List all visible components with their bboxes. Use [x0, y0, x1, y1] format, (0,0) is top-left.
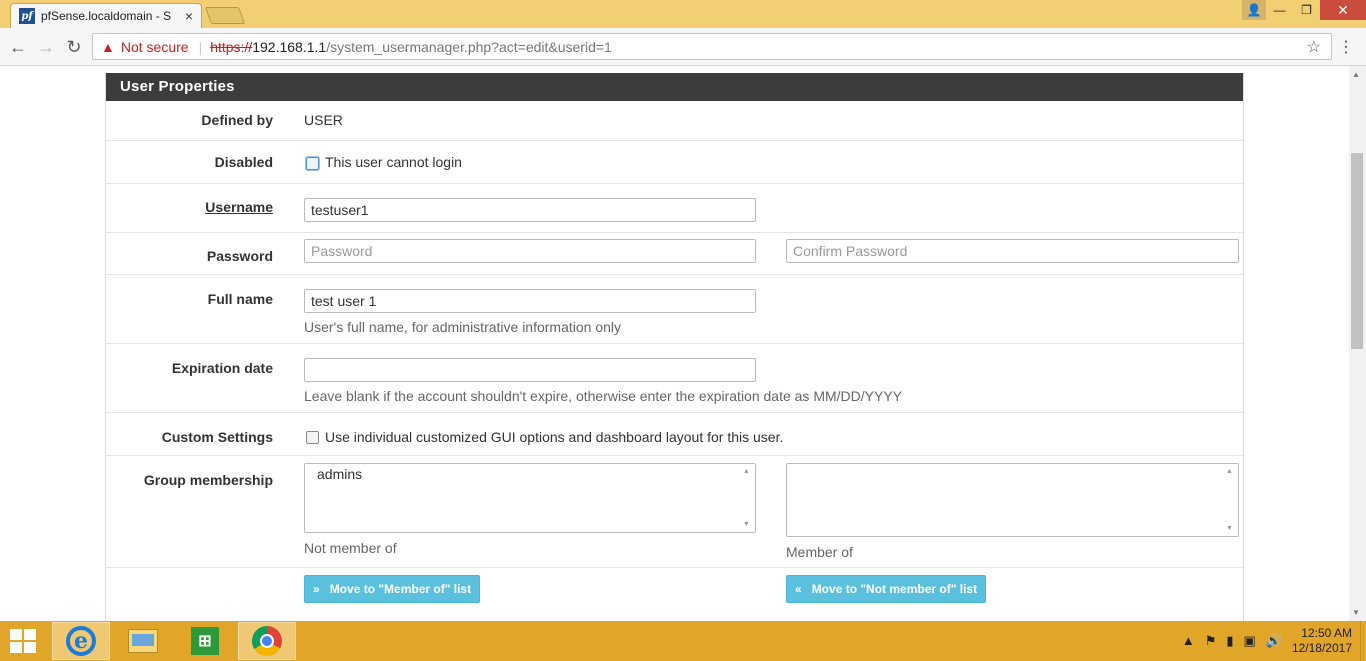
- custom-settings-label: Custom Settings: [161, 429, 273, 445]
- move-to-member-of-label: Move to "Member of" list: [329, 582, 472, 596]
- omnibox-separator: |: [198, 38, 203, 55]
- group-option-admins[interactable]: admins: [305, 464, 755, 484]
- row-disabled: Disabled This user cannot login: [106, 141, 1243, 184]
- clock-time: 12:50 AM: [1301, 626, 1352, 640]
- username-label: Username: [205, 199, 273, 215]
- menu-icon[interactable]: ⋮: [1338, 37, 1354, 57]
- double-chevron-left-icon: «: [795, 582, 802, 596]
- tray-overflow-icon[interactable]: ▲: [1182, 633, 1195, 649]
- browser-tab[interactable]: pf pfSense.localdomain - Sy ×: [10, 3, 202, 28]
- scroll-down-icon[interactable]: ▼: [1352, 608, 1360, 617]
- disabled-checkbox-label[interactable]: This user cannot login: [325, 154, 462, 170]
- custom-settings-checkbox-label[interactable]: Use individual customized GUI options an…: [325, 429, 783, 445]
- listbox-scrollbar[interactable]: ▲ ▼: [1224, 466, 1236, 534]
- full-name-input[interactable]: [304, 289, 756, 313]
- scroll-down-icon[interactable]: ▼: [743, 521, 750, 528]
- window-controls: 👤 — ❐ ✕: [1242, 0, 1366, 20]
- security-status[interactable]: Not secure: [121, 39, 189, 55]
- minimize-icon[interactable]: —: [1266, 0, 1293, 20]
- browser-title-bar: pf pfSense.localdomain - Sy × 👤 — ❐ ✕: [0, 0, 1366, 28]
- url-scheme: https://: [210, 38, 253, 55]
- not-member-of-listbox[interactable]: admins ▲ ▼: [304, 463, 756, 533]
- taskbar-clock[interactable]: 12:50 AM 12/18/2017: [1292, 626, 1352, 656]
- custom-settings-checkbox[interactable]: [306, 431, 319, 444]
- google-chrome-icon[interactable]: [238, 622, 296, 660]
- double-chevron-right-icon: »: [313, 582, 320, 596]
- star-icon[interactable]: ☆: [1307, 37, 1321, 57]
- windows-store-icon[interactable]: ⊞: [176, 622, 234, 660]
- clock-date: 12/18/2017: [1291, 641, 1352, 655]
- internet-explorer-icon[interactable]: e: [52, 622, 110, 660]
- close-window-icon[interactable]: ✕: [1320, 0, 1366, 20]
- scroll-up-icon[interactable]: ▲: [1226, 468, 1233, 475]
- row-username: Username: [106, 184, 1243, 233]
- network-icon[interactable]: ▣: [1244, 633, 1256, 649]
- password-input[interactable]: [304, 239, 756, 263]
- tab-close-icon[interactable]: ×: [185, 8, 193, 24]
- expiration-date-input[interactable]: [304, 358, 756, 382]
- warning-icon[interactable]: ▲: [101, 39, 115, 55]
- expiration-date-help: Leave blank if the account shouldn't exp…: [304, 388, 903, 404]
- defined-by-label: Defined by: [201, 112, 273, 128]
- show-desktop-button[interactable]: [1360, 621, 1366, 661]
- scroll-up-icon[interactable]: ▲: [1352, 70, 1360, 79]
- member-of-listbox[interactable]: ▲ ▼: [786, 463, 1239, 537]
- row-move-buttons: » Move to "Member of" list « Move to "No…: [106, 568, 1243, 621]
- row-password: Password: [106, 233, 1243, 275]
- page-viewport: User Properties Defined by USER Disabled…: [0, 66, 1366, 621]
- scroll-down-icon[interactable]: ▼: [1226, 525, 1233, 532]
- back-arrow-icon[interactable]: ←: [8, 37, 28, 58]
- browser-toolbar: ← → ↻ ▲ Not secure | https:// 192.168.1.…: [0, 28, 1366, 66]
- expiration-date-label: Expiration date: [171, 360, 273, 376]
- reload-icon[interactable]: ↻: [64, 37, 84, 58]
- url-host: 192.168.1.1: [252, 38, 327, 55]
- system-tray: ▲ ⚑ ▮ ▣ 🔊: [1182, 633, 1282, 649]
- password-label: Password: [206, 248, 273, 264]
- full-name-help: User's full name, for administrative inf…: [304, 319, 622, 335]
- windows-start-icon[interactable]: [10, 629, 38, 655]
- panel-title: User Properties: [106, 73, 1243, 101]
- tab-title: pfSense.localdomain - Sy: [41, 9, 171, 23]
- username-input[interactable]: [304, 198, 756, 222]
- move-to-not-member-of-label: Move to "Not member of" list: [811, 582, 978, 596]
- action-center-icon[interactable]: ⚑: [1205, 633, 1217, 649]
- defined-by-value: USER: [304, 112, 343, 128]
- group-membership-label: Group membership: [143, 472, 273, 488]
- file-explorer-icon[interactable]: [114, 622, 172, 660]
- member-of-caption: Member of: [786, 544, 853, 560]
- scroll-up-icon[interactable]: ▲: [743, 468, 750, 475]
- row-custom-settings: Custom Settings Use individual customize…: [106, 413, 1243, 456]
- user-properties-panel: User Properties Defined by USER Disabled…: [105, 73, 1244, 621]
- maximize-icon[interactable]: ❐: [1293, 0, 1320, 20]
- new-tab-button[interactable]: [204, 7, 246, 24]
- power-icon[interactable]: ▮: [1226, 633, 1233, 649]
- volume-icon[interactable]: 🔊: [1266, 633, 1282, 649]
- row-group-membership: Group membership admins ▲ ▼ Not member o…: [106, 456, 1243, 568]
- full-name-label: Full name: [207, 291, 273, 307]
- listbox-scrollbar[interactable]: ▲ ▼: [741, 466, 753, 530]
- move-to-not-member-of-button[interactable]: « Move to "Not member of" list: [786, 575, 987, 603]
- move-to-member-of-button[interactable]: » Move to "Member of" list: [304, 575, 481, 603]
- scrollbar-thumb[interactable]: [1351, 153, 1363, 349]
- page-scrollbar[interactable]: ▲ ▼: [1349, 66, 1366, 621]
- pfsense-favicon-icon: pf: [19, 8, 35, 24]
- row-defined-by: Defined by USER: [106, 101, 1243, 141]
- row-expiration-date: Expiration date Leave blank if the accou…: [106, 344, 1243, 413]
- disabled-checkbox[interactable]: [306, 157, 319, 170]
- disabled-label: Disabled: [214, 154, 273, 170]
- url-path: /system_usermanager.php?act=edit&userid=…: [326, 38, 612, 55]
- row-full-name: Full name User's full name, for administ…: [106, 275, 1243, 344]
- user-profile-icon[interactable]: 👤: [1242, 0, 1266, 20]
- forward-arrow-icon[interactable]: →: [36, 37, 56, 58]
- not-member-of-caption: Not member of: [304, 540, 397, 556]
- confirm-password-input[interactable]: [786, 239, 1239, 263]
- address-bar[interactable]: ▲ Not secure | https:// 192.168.1.1 /sys…: [92, 33, 1332, 60]
- windows-taskbar: e ⊞ ▲ ⚑ ▮ ▣ 🔊 12:50 AM 12/18/2017: [0, 621, 1366, 661]
